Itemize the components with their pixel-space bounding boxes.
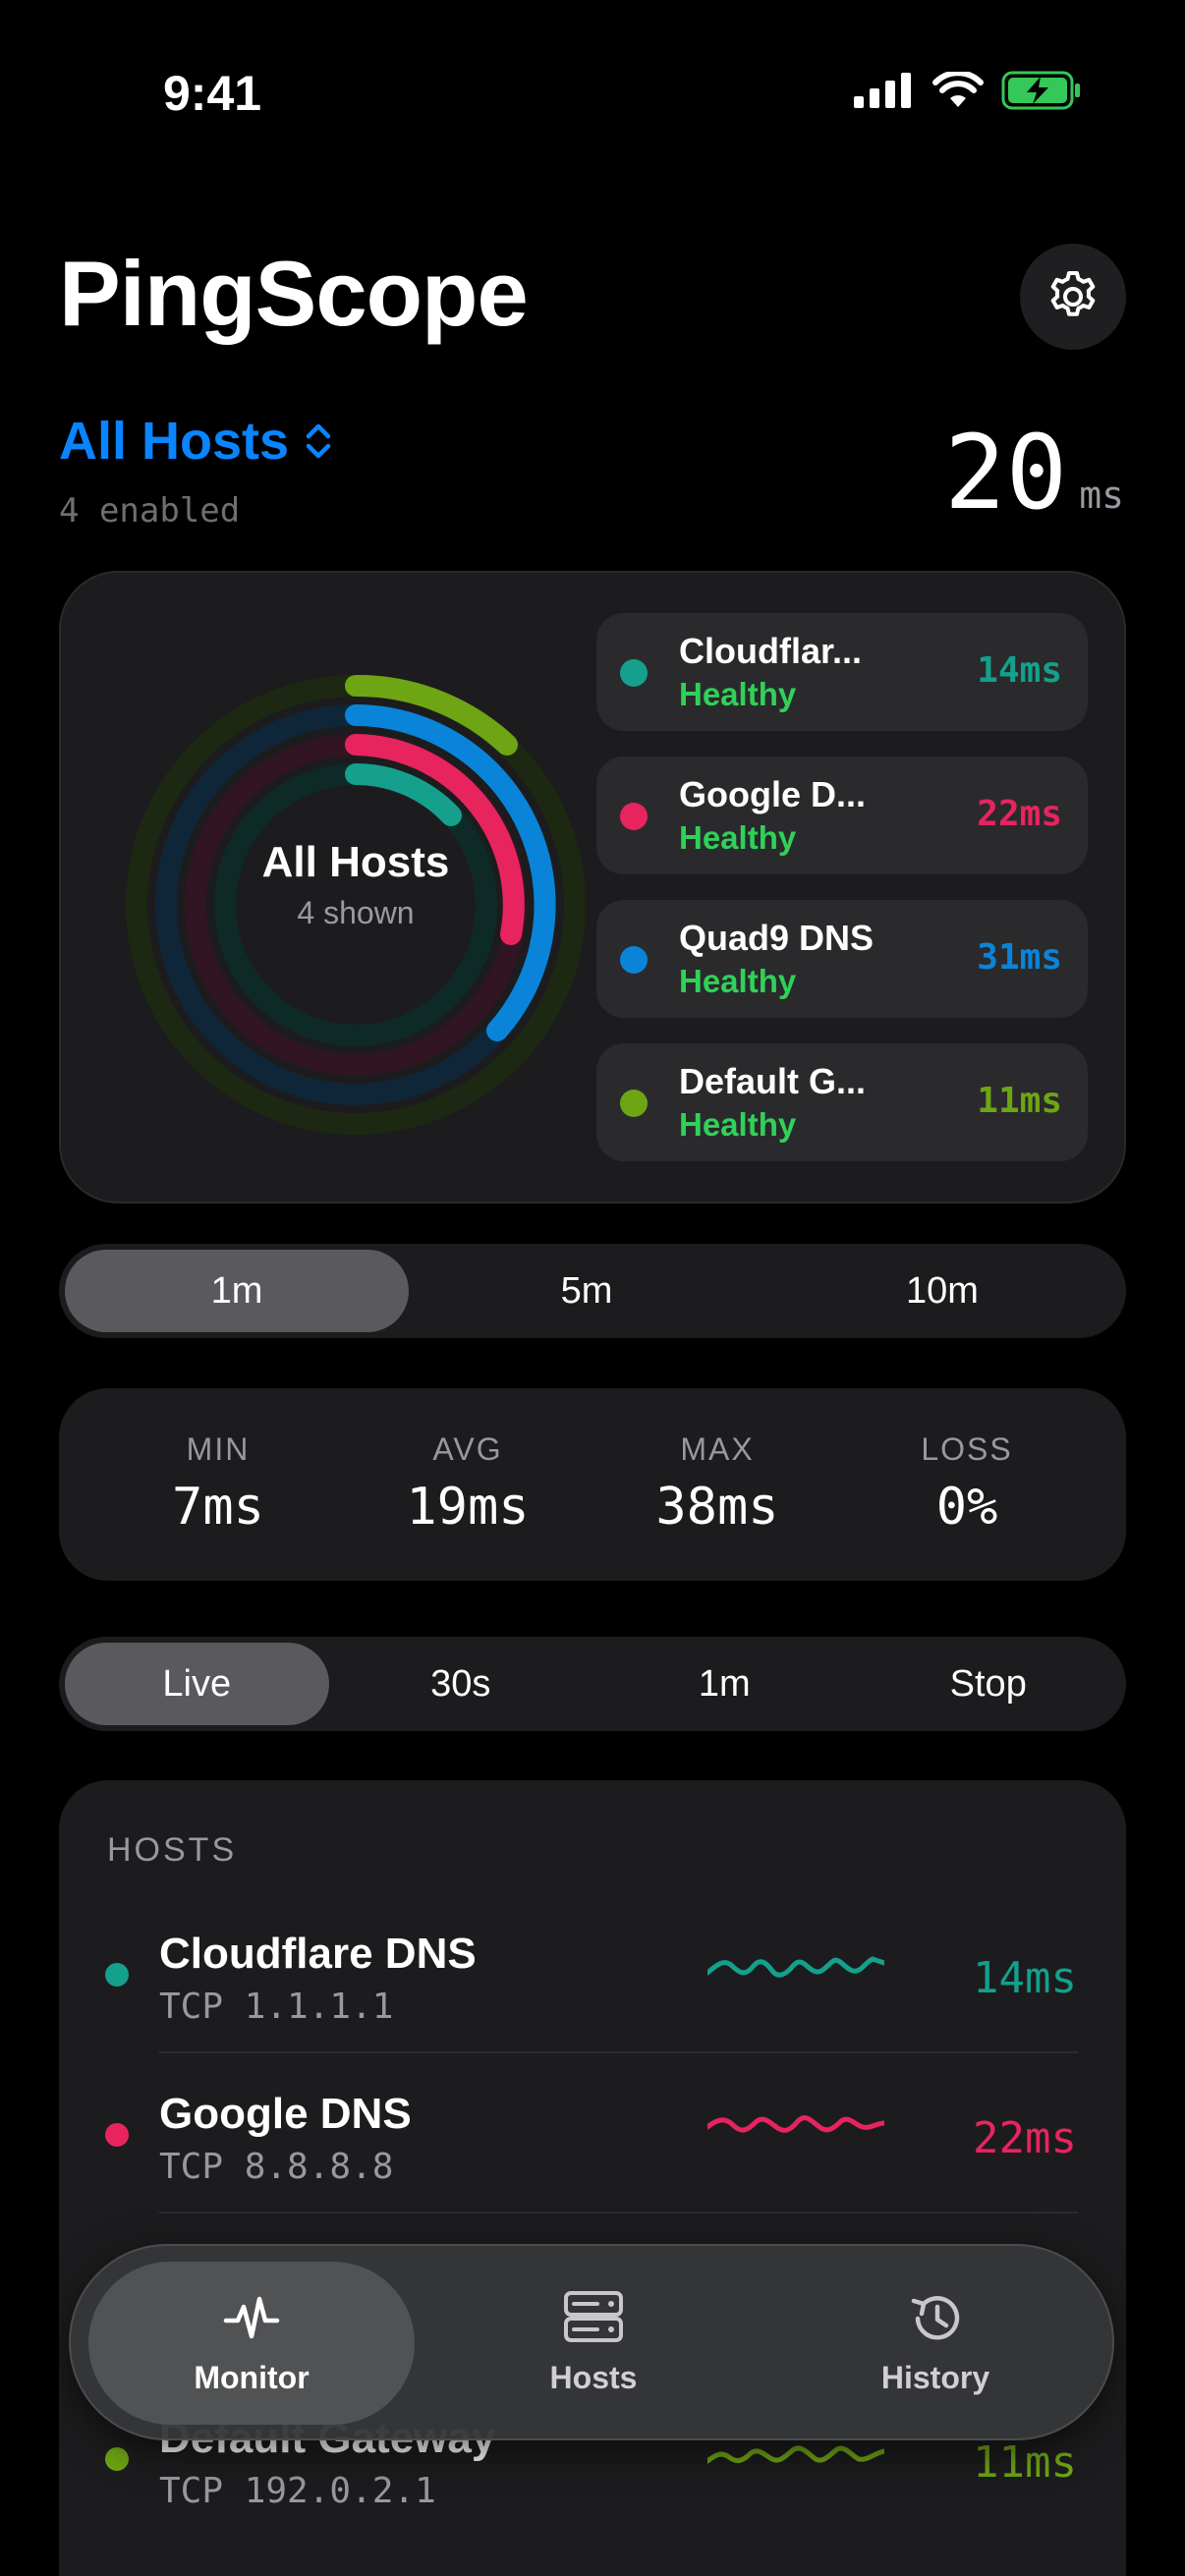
range-segmented-control: 1m 5m 10m	[59, 1244, 1126, 1338]
interval-segmented-control: Live 30s 1m Stop	[59, 1637, 1126, 1731]
enabled-count: 4 enabled	[59, 491, 241, 531]
host-row[interactable]: Cloudflare DNS TCP 1.1.1.1 14ms	[59, 1894, 1126, 2053]
server-icon	[564, 2291, 623, 2342]
ring-legend: Cloudflar... Healthy 14ms Google D... He…	[596, 613, 1088, 1187]
range-option-5m[interactable]: 5m	[409, 1250, 764, 1332]
hosts-card: HOSTS Cloudflare DNS TCP 1.1.1.1 14ms Go…	[59, 1780, 1126, 2576]
legend-latency: 22ms	[977, 794, 1062, 834]
current-latency-value: 20	[944, 413, 1068, 532]
current-latency: 20 ms	[944, 413, 1124, 532]
stat-value: 19ms	[406, 1478, 530, 1537]
waveform-icon	[223, 2296, 280, 2339]
interval-option-live[interactable]: Live	[65, 1643, 329, 1725]
ring-center-title: All Hosts	[261, 838, 450, 886]
legend-item[interactable]: Google D... Healthy 22ms	[596, 756, 1088, 874]
host-row[interactable]: Google DNS TCP 8.8.8.8 22ms	[59, 2054, 1126, 2213]
stat-label: MAX	[680, 1431, 755, 1467]
interval-option-1m[interactable]: 1m	[592, 1643, 857, 1725]
chevron-up-down-icon	[306, 423, 331, 459]
host-address: TCP 192.0.2.1	[159, 2471, 436, 2511]
battery-charging-icon	[1001, 71, 1080, 110]
cellular-signal-icon	[854, 73, 911, 108]
tab-monitor[interactable]: Monitor	[88, 2262, 415, 2425]
stat-value: 38ms	[655, 1478, 779, 1537]
interval-option-stop[interactable]: Stop	[857, 1643, 1121, 1725]
tab-label: Hosts	[549, 2360, 638, 2395]
host-selector[interactable]: All Hosts	[59, 411, 332, 472]
legend-name: Default G...	[679, 1061, 867, 1101]
status-dot	[105, 1963, 129, 1987]
legend-name: Quad9 DNS	[679, 918, 875, 958]
host-latency: 14ms	[973, 1953, 1077, 2003]
status-dot	[105, 2123, 129, 2147]
legend-latency: 14ms	[977, 650, 1062, 691]
host-name: Cloudflare DNS	[159, 1930, 477, 1978]
interval-option-30s[interactable]: 30s	[329, 1643, 593, 1725]
ring-center-subtitle: 4 shown	[297, 895, 415, 930]
stat-avg: AVG 19ms	[343, 1388, 592, 1581]
stat-max: MAX 38ms	[592, 1388, 842, 1581]
current-latency-unit: ms	[1079, 474, 1124, 517]
host-address: TCP 1.1.1.1	[159, 1987, 394, 2027]
stat-value: 0%	[935, 1478, 998, 1537]
divider	[159, 2212, 1078, 2213]
host-selector-label: All Hosts	[59, 412, 290, 471]
host-address: TCP 8.8.8.8	[159, 2147, 394, 2187]
stat-loss: LOSS 0%	[842, 1388, 1092, 1581]
ring-card: All Hosts 4 shown Cloudflar... Healthy 1…	[59, 571, 1126, 1204]
legend-item[interactable]: Quad9 DNS Healthy 31ms	[596, 900, 1088, 1018]
legend-name: Google D...	[679, 774, 867, 814]
settings-button[interactable]	[1020, 244, 1126, 350]
status-icons	[854, 71, 1082, 110]
stats-card: MIN 7ms AVG 19ms MAX 38ms LOSS 0%	[59, 1388, 1126, 1581]
legend-status: Healthy	[679, 1106, 797, 1143]
sparkline	[707, 2115, 884, 2133]
status-dot	[620, 1090, 648, 1117]
host-latency: 22ms	[973, 2113, 1077, 2163]
stat-label: LOSS	[921, 1431, 1013, 1467]
status-dot	[620, 803, 648, 830]
sparkline	[707, 1956, 884, 1978]
legend-name: Cloudflar...	[679, 631, 863, 671]
legend-item[interactable]: Default G... Healthy 11ms	[596, 1043, 1088, 1161]
status-time: 9:41	[163, 66, 262, 121]
tab-label: Monitor	[194, 2360, 310, 2395]
legend-status: Healthy	[679, 819, 797, 856]
status-dot	[620, 659, 648, 687]
legend-latency: 11ms	[977, 1081, 1062, 1121]
host-latency: 11ms	[973, 2437, 1077, 2488]
legend-latency: 31ms	[977, 937, 1062, 978]
tab-history[interactable]: History	[772, 2262, 1099, 2425]
tab-hosts[interactable]: Hosts	[430, 2262, 757, 2425]
app-title: PingScope	[59, 242, 529, 345]
range-option-10m[interactable]: 10m	[764, 1250, 1120, 1332]
host-name: Google DNS	[159, 2090, 412, 2138]
ring-center: All Hosts 4 shown	[149, 838, 562, 931]
legend-status: Healthy	[679, 676, 797, 712]
gear-icon	[1050, 271, 1096, 316]
stat-value: 7ms	[172, 1478, 264, 1537]
stat-label: AVG	[432, 1431, 503, 1467]
legend-item[interactable]: Cloudflar... Healthy 14ms	[596, 613, 1088, 731]
status-dot	[105, 2447, 129, 2471]
stat-label: MIN	[186, 1431, 251, 1467]
wifi-icon	[932, 72, 984, 107]
tab-bar: Monitor Hosts History	[69, 2244, 1114, 2440]
legend-status: Healthy	[679, 963, 797, 999]
tab-label: History	[880, 2360, 990, 2395]
range-option-1m[interactable]: 1m	[65, 1250, 409, 1332]
stat-min: MIN 7ms	[93, 1388, 343, 1581]
status-dot	[620, 946, 648, 974]
divider	[159, 2051, 1078, 2053]
history-icon	[911, 2296, 960, 2340]
hosts-section-header: HOSTS	[107, 1831, 238, 1869]
